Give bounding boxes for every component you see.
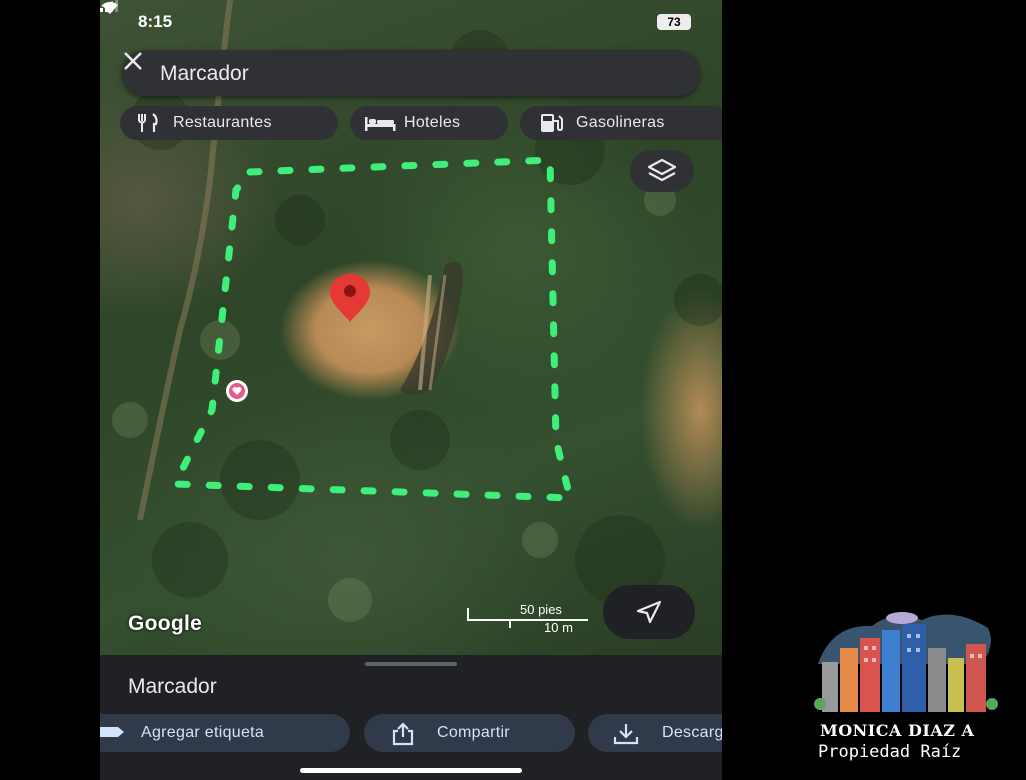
favorite-heart-icon[interactable] — [226, 380, 248, 402]
chip-label: Restaurantes — [173, 114, 272, 131]
watermark-subtitle: Propiedad Raíz — [818, 742, 962, 762]
red-pin-icon[interactable] — [330, 274, 370, 322]
share-button[interactable]: Compartir — [364, 714, 575, 752]
scale-bar — [467, 608, 588, 628]
wifi-icon — [102, 1, 118, 15]
satellite-map[interactable]: 8:15 73 Marcador Restaurantes Hoteles Ga… — [100, 0, 722, 655]
chip-label: Hoteles — [404, 114, 461, 131]
google-attribution: Google — [128, 612, 203, 635]
download-button[interactable]: Descargar — [588, 714, 722, 752]
bottom-sheet[interactable]: Marcador Agregar etiqueta Compartir Desc… — [100, 655, 722, 780]
battery-indicator: 73 — [657, 14, 691, 30]
status-bar: 8:15 73 — [100, 0, 722, 42]
search-bar[interactable]: Marcador — [122, 50, 700, 96]
chip-gasolineras[interactable]: Gasolineras — [520, 106, 722, 140]
home-indicator[interactable] — [300, 768, 522, 773]
sheet-drag-handle[interactable] — [365, 662, 457, 666]
download-text: Descargar — [662, 724, 722, 741]
navigate-button[interactable] — [603, 585, 695, 639]
map-scale: 50 pies 10 m — [466, 602, 590, 636]
close-icon[interactable] — [122, 50, 144, 72]
add-label-text: Agregar etiqueta — [141, 724, 265, 741]
map-overlay — [112, 0, 722, 622]
bed-icon — [365, 117, 396, 131]
layers-icon — [647, 158, 677, 182]
download-icon — [613, 724, 639, 745]
navigation-arrow-icon — [636, 600, 662, 624]
add-label-button[interactable]: Agregar etiqueta — [100, 714, 350, 752]
label-icon — [100, 727, 124, 737]
search-query[interactable]: Marcador — [160, 62, 249, 86]
chip-restaurantes[interactable]: Restaurantes — [120, 106, 338, 140]
map-layers-button[interactable] — [630, 150, 694, 192]
watermark-logo: MONICA DIAZ A Propiedad Raíz — [812, 604, 998, 774]
watermark-name: MONICA DIAZ A — [820, 721, 975, 740]
share-icon — [392, 722, 414, 746]
phone-screen: 8:15 73 Marcador Restaurantes Hoteles Ga… — [100, 0, 722, 780]
city-skyline-logo — [814, 612, 998, 712]
fork-knife-icon — [138, 113, 158, 132]
gas-station-icon — [541, 114, 563, 132]
chip-hoteles[interactable]: Hoteles — [350, 106, 508, 140]
share-text: Compartir — [437, 724, 510, 741]
sheet-title: Marcador — [128, 675, 217, 698]
status-time: 8:15 — [138, 12, 173, 31]
chip-label: Gasolineras — [576, 114, 665, 131]
